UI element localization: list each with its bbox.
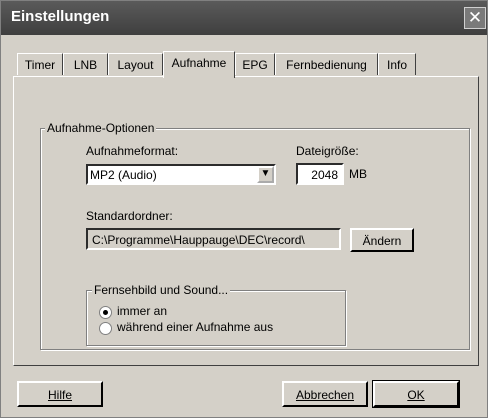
tab-panel: Aufnahme-Optionen Aufnahmeformat: MP2 (A…	[13, 76, 479, 366]
tab-lnb[interactable]: LNB	[63, 53, 108, 75]
tab-aufnahme[interactable]: Aufnahme	[163, 51, 235, 78]
help-label: Hilfe	[47, 388, 72, 402]
change-folder-button[interactable]: Ändern	[350, 228, 414, 252]
recording-format-label: Aufnahmeformat:	[86, 144, 179, 158]
recording-format-select[interactable]: MP2 (Audio) ▼	[86, 164, 276, 185]
always-on-label: immer an	[117, 304, 168, 318]
recording-off-radio[interactable]	[99, 322, 112, 335]
ok-label: OK	[407, 388, 425, 402]
settings-dialog: Einstellungen ✕ Timer LNB Layout Aufnahm…	[0, 0, 488, 418]
tab-layout[interactable]: Layout	[108, 53, 163, 75]
help-button[interactable]: Hilfe	[17, 381, 103, 407]
title-bar[interactable]: Einstellungen ✕	[1, 1, 487, 35]
dialog-title: Einstellungen	[11, 8, 110, 25]
default-folder-field: C:\Programme\Hauppauge\DEC\record\	[86, 228, 341, 250]
recording-options-group: Aufnahme-Optionen Aufnahmeformat: MP2 (A…	[40, 121, 470, 350]
always-on-radio[interactable]	[99, 306, 112, 319]
tab-info[interactable]: Info	[378, 53, 416, 75]
close-button[interactable]: ✕	[464, 7, 486, 29]
default-folder-label: Standardordner:	[86, 209, 173, 223]
cancel-label: Abbrechen	[295, 388, 355, 402]
file-size-unit: MB	[349, 167, 367, 181]
tv-sound-title: Fernsehbild und Sound...	[92, 283, 231, 297]
chevron-down-icon[interactable]: ▼	[257, 166, 274, 183]
tab-timer[interactable]: Timer	[17, 53, 63, 75]
file-size-label: Dateigröße:	[296, 144, 359, 158]
cancel-button[interactable]: Abbrechen	[282, 381, 368, 407]
ok-button[interactable]: OK	[372, 380, 460, 408]
recording-format-value: MP2 (Audio)	[90, 168, 157, 182]
tv-sound-group: Fernsehbild und Sound... immer an währen…	[86, 283, 346, 346]
tab-fernbedienung[interactable]: Fernbedienung	[275, 53, 378, 75]
recording-off-label: während einer Aufnahme aus	[117, 320, 274, 334]
tab-epg[interactable]: EPG	[235, 53, 275, 75]
recording-options-title: Aufnahme-Optionen	[45, 121, 157, 135]
file-size-input[interactable]: 2048	[296, 163, 344, 185]
